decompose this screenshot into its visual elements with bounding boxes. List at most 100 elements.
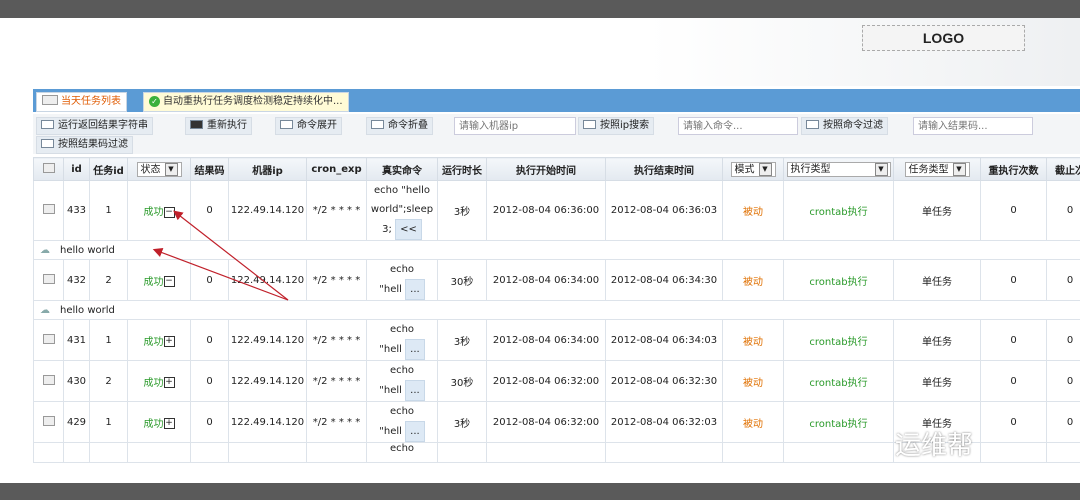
watermark: 运维帮: [895, 431, 974, 461]
rerun-button[interactable]: 重新执行: [185, 117, 252, 135]
cell-end-time: 2012-08-04 06:32:30: [605, 360, 723, 402]
status-text: 成功: [143, 336, 164, 348]
output-text: hello world: [60, 304, 115, 316]
cell-duration: 3秒: [437, 319, 487, 361]
cell-result-code: 0: [190, 401, 229, 443]
cell-task-id: 1: [89, 319, 128, 361]
cell: [783, 442, 894, 463]
cell-id: 433: [63, 180, 90, 241]
more-button[interactable]: ...: [405, 380, 425, 401]
cell-result-code: 0: [190, 259, 229, 301]
search-icon: [583, 120, 596, 129]
cell: [89, 442, 128, 463]
row-checkbox[interactable]: [33, 180, 64, 241]
row-checkbox[interactable]: [33, 401, 64, 443]
status-text: 成功: [143, 207, 164, 218]
cell: [63, 442, 90, 463]
cell-end-time: 2012-08-04 06:36:03: [605, 180, 723, 241]
col-exec-type-filter[interactable]: 执行类型 ▼: [783, 157, 894, 181]
more-button[interactable]: ...: [405, 339, 425, 360]
chevron-down-icon: ▼: [164, 162, 178, 176]
more-button[interactable]: <<: [395, 219, 422, 240]
cell-cron: */2 * * * *: [306, 360, 367, 402]
more-button[interactable]: ...: [405, 421, 425, 442]
cell-command: echo "hello world";sleep 3; <<: [366, 180, 438, 241]
cell-start-time: 2012-08-04 06:32:00: [486, 360, 606, 402]
cell-ip: 122.49.14.120: [228, 360, 307, 402]
col-retry-count: 重执行次数: [980, 157, 1047, 181]
command-line: echo: [389, 365, 415, 376]
expand-command-button[interactable]: 命令展开: [275, 117, 342, 135]
cell-duration: 3秒: [437, 180, 487, 241]
col-start-time: 执行开始时间: [486, 157, 606, 181]
cell-status: 成功 +: [127, 401, 191, 443]
cell-id: 432: [63, 259, 90, 301]
cell-stop-count: 0: [1046, 360, 1080, 402]
button-label: 命令展开: [297, 120, 337, 131]
tab-auto-rerun[interactable]: ✓ 自动重执行任务调度检测稳定持续化中...: [143, 92, 349, 112]
check-circle-icon: ✓: [149, 96, 160, 107]
output-row: ☁ hello world: [33, 240, 1080, 260]
collapse-command-button[interactable]: 命令折叠: [366, 117, 433, 135]
button-label: 按照结果码过滤: [58, 139, 128, 150]
row-checkbox[interactable]: [33, 360, 64, 402]
run-result-string-button[interactable]: 运行返回结果字符串: [36, 117, 153, 135]
command-line: 3; <<: [368, 219, 437, 240]
select-all-checkbox[interactable]: [33, 157, 64, 181]
table-row[interactable]: 432 2 成功 −0 122.49.14.120 */2 * * * * echo "hel…: [33, 259, 1080, 301]
result-code-input[interactable]: [913, 117, 1033, 135]
col-task-type-filter[interactable]: 任务类型 ▼: [893, 157, 981, 181]
col-status-filter[interactable]: 状态 ▼: [127, 157, 191, 181]
filter-icon: [806, 120, 819, 129]
cell-task-id: 1: [89, 401, 128, 443]
ip-input[interactable]: [454, 117, 576, 135]
cell-stop-count: 0: [1046, 180, 1080, 241]
cell-mode: 被动: [722, 259, 784, 301]
table-row[interactable]: 433 1 成功 −0 122.49.14.120 */2 * * * * echo "he…: [33, 180, 1080, 241]
cell-exec-type: crontab执行: [783, 259, 894, 301]
col-ip: 机器ip: [228, 157, 307, 181]
command-input[interactable]: [678, 117, 798, 135]
col-mode-filter[interactable]: 模式 ▼: [722, 157, 784, 181]
top-bar: [0, 0, 1080, 18]
col-task-id: 任务id: [89, 157, 128, 181]
col-duration: 运行时长: [437, 157, 487, 181]
cell-command: echo "hell ...: [366, 259, 438, 301]
command-line: echo "hello: [373, 185, 431, 196]
cell-mode: 被动: [722, 180, 784, 241]
cell-stop-count: 0: [1046, 259, 1080, 301]
tab-label: 自动重执行任务调度检测稳定持续化中...: [163, 96, 343, 107]
tab-today-tasks[interactable]: 当天任务列表: [36, 92, 127, 112]
more-button[interactable]: ...: [405, 279, 425, 300]
search-ip-button[interactable]: 按照ip搜索: [578, 117, 655, 135]
logo: LOGO: [862, 25, 1025, 51]
cell-id: 429: [63, 401, 90, 443]
cell-start-time: 2012-08-04 06:36:00: [486, 180, 606, 241]
filter-icon: [41, 139, 54, 148]
cell-mode: 被动: [722, 360, 784, 402]
table-row[interactable]: 431 1 成功 +0 122.49.14.120 */2 * * * * echo "hel…: [33, 319, 1080, 361]
row-checkbox[interactable]: [33, 259, 64, 301]
row-checkbox[interactable]: [33, 319, 64, 361]
expand-toggle-icon[interactable]: +: [163, 336, 175, 347]
button-label: 运行返回结果字符串: [58, 120, 148, 131]
table-row[interactable]: 430 2 成功 +0 122.49.14.120 */2 * * * * echo "hel…: [33, 360, 1080, 402]
cell: [437, 442, 487, 463]
filter-command-button[interactable]: 按照命令过滤: [801, 117, 888, 135]
cell-command: echo "hell ...: [366, 360, 438, 402]
collapse-toggle-icon[interactable]: −: [163, 206, 175, 218]
output-cell: ☁ hello world: [33, 300, 1080, 320]
expand-toggle-icon[interactable]: +: [163, 377, 175, 388]
expand-toggle-icon[interactable]: +: [163, 418, 175, 429]
select-label: 状态: [140, 164, 161, 175]
filter-result-code-button[interactable]: 按照结果码过滤: [36, 136, 133, 154]
cell: [1046, 442, 1080, 463]
command-line: echo: [389, 324, 415, 335]
cell-command: echo "hell ...: [366, 319, 438, 361]
cell-end-time: 2012-08-04 06:34:30: [605, 259, 723, 301]
command-line: "hell ...: [368, 380, 437, 401]
cell-retry-count: 0: [980, 180, 1047, 241]
cell: [228, 442, 307, 463]
cell-ip: 122.49.14.120: [228, 180, 307, 241]
collapse-toggle-icon[interactable]: −: [163, 276, 175, 287]
